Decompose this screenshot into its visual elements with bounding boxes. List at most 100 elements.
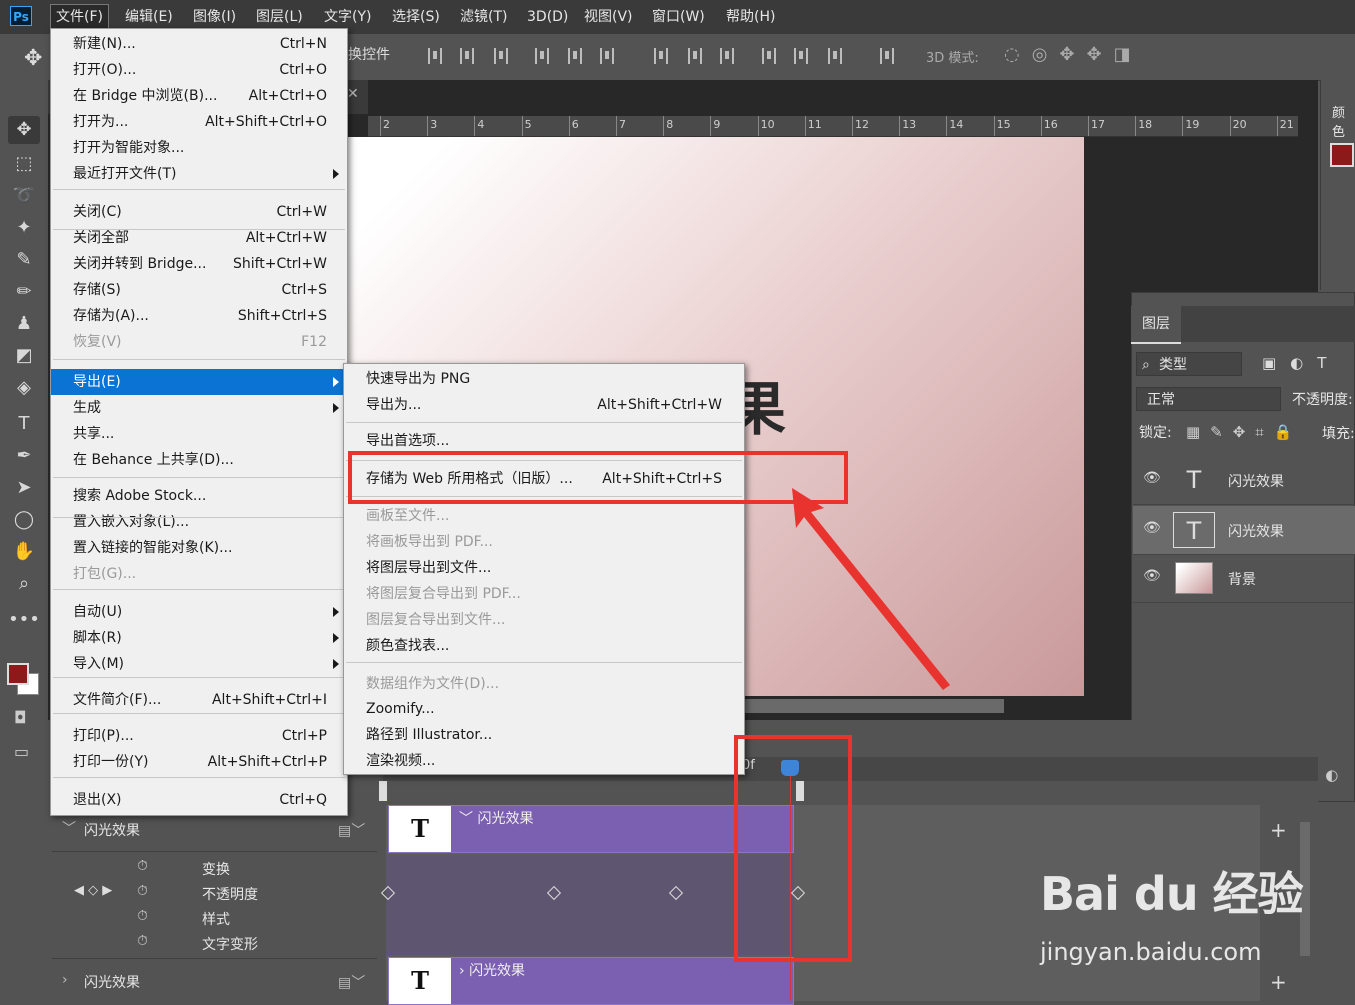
file-menu-item[interactable]: 新建(N)... Ctrl+N [51,31,347,57]
file-menu-item[interactable]: 恢复(V) F12 [51,329,347,355]
stopwatch-icon[interactable]: ⏱ [137,858,148,874]
distribute-top-icon[interactable] [654,48,668,64]
export-menu-item[interactable]: 画板至文件... [344,503,744,529]
chevron-right-icon[interactable]: › [62,972,68,988]
export-menu-item[interactable]: 导出为... Alt+Shift+Ctrl+W [344,392,744,418]
menu-3d[interactable]: 3D(D) [521,0,574,34]
file-menu-item[interactable]: 存储为(A)... Shift+Ctrl+S [51,303,347,329]
pen-tool-icon[interactable]: ✒ [8,442,40,470]
file-menu-item[interactable]: 生成 [51,395,347,421]
stopwatch-icon[interactable]: ⏱ [137,883,148,899]
filmstrip-icon[interactable]: ▤﹀ [338,820,365,840]
move-tool-icon[interactable]: ✥ [8,116,40,144]
brush-tool-icon[interactable]: ✏ [8,278,40,306]
screen-mode-icon[interactable]: ▭ [14,742,29,761]
file-menu-item[interactable]: 共享... [51,421,347,447]
transform-controls-label[interactable]: 换控件 [348,44,390,64]
distribute-hcenter-icon[interactable] [794,48,808,64]
chevron-down-icon[interactable]: ﹀ [62,818,76,838]
export-menu-item[interactable]: 将图层导出到文件... [344,555,744,581]
file-menu-item[interactable]: 文件简介(F)... Alt+Shift+Ctrl+I [51,687,347,713]
export-menu-item[interactable]: 路径到 Illustrator... [344,722,744,748]
file-menu-item[interactable]: 打开为智能对象... [51,135,347,161]
file-menu-item[interactable]: 置入嵌入对象(L)... [51,509,347,535]
timeline-property-row[interactable]: ⏱ 文字变形 [52,932,377,957]
export-menu-item[interactable]: 将图层复合导出到 PDF... [344,581,744,607]
foreground-color-swatch-front[interactable] [7,663,29,685]
layer-row[interactable]: 👁 T 闪光效果 [1133,456,1355,505]
export-menu-item[interactable]: Zoomify... [344,696,744,722]
menu-window[interactable]: 窗口(W) [646,0,711,34]
auto-align-icon[interactable] [880,48,894,64]
menu-item-export[interactable]: 导出(E) [51,369,347,395]
eyedropper-icon[interactable]: ✎ [8,246,40,274]
keyframe-nav-icons[interactable]: ◀ ◇ ▶ [74,883,112,898]
file-menu-item[interactable]: 置入链接的智能对象(K)... [51,535,347,561]
layer-row[interactable]: 👁 背景 [1133,554,1355,603]
file-menu-item[interactable]: 关闭并转到 Bridge... Shift+Ctrl+W [51,251,347,277]
file-menu-item[interactable]: 打开为... Alt+Shift+Ctrl+O [51,109,347,135]
hand-tool-icon[interactable]: ✋ [8,538,40,566]
add-track-icon[interactable]: + [1270,970,1287,994]
file-menu-item[interactable]: 打印一份(Y) Alt+Shift+Ctrl+P [51,749,347,775]
file-menu-item[interactable]: 退出(X) Ctrl+Q [51,787,347,813]
path-select-icon[interactable]: ➤ [8,474,40,502]
layer-name[interactable]: 闪光效果 [1228,471,1284,491]
align-right-icon[interactable] [600,48,614,64]
export-menu-item[interactable]: 颜色查找表... [344,633,744,659]
layer-filter-icons[interactable]: ▣◐T [1262,354,1340,372]
timeline-property-row[interactable]: ◀ ◇ ▶ ⏱ 不透明度 [52,882,377,907]
lasso-tool-icon[interactable]: ➰ [8,182,40,210]
horizontal-scrollbar[interactable] [700,699,1004,713]
eye-icon[interactable]: 👁 [1143,568,1161,584]
file-menu-item[interactable]: 打包(G)... [51,561,347,587]
distribute-bottom-icon[interactable] [720,48,734,64]
marquee-tool-icon[interactable]: ⬚ [8,150,40,178]
menu-file[interactable]: 文件(F) [50,4,109,30]
fill-tool-icon[interactable]: ◈ [8,374,40,402]
layer-row-selected[interactable]: 👁 T 闪光效果 [1133,506,1355,555]
export-menu-item[interactable]: 快速导出为 PNG [344,366,744,392]
stamp-tool-icon[interactable]: ♟ [8,310,40,338]
eraser-tool-icon[interactable]: ◩ [8,342,40,370]
file-menu-item[interactable]: 打开(O)... Ctrl+O [51,57,347,83]
layer-name[interactable]: 背景 [1228,569,1256,589]
timeline-layer-row[interactable]: › 闪光效果 ▤﹀ [52,970,377,995]
filmstrip-icon[interactable]: ▤﹀ [338,972,365,992]
layers-tab[interactable]: 图层 [1131,306,1181,344]
timeline-layer-row[interactable]: ﹀ 闪光效果 ▤﹀ [52,818,377,843]
more-tools-icon[interactable]: ••• [8,606,40,634]
stopwatch-icon[interactable]: ⏱ [137,933,148,949]
file-menu-item[interactable]: 搜索 Adobe Stock... [51,483,347,509]
layer-name[interactable]: 闪光效果 [1228,521,1284,541]
file-menu-item[interactable]: 在 Bridge 中浏览(B)... Alt+Ctrl+O [51,83,347,109]
timeline-property-row[interactable]: ⏱ 变换 [52,857,377,882]
ellipse-tool-icon[interactable]: ◯ [8,506,40,534]
file-menu-item[interactable]: 打印(P)... Ctrl+P [51,723,347,749]
timeline-clip[interactable]: T › 闪光效果 [388,957,794,1005]
quick-mask-icon[interactable]: ◘ [14,708,27,727]
file-menu-item[interactable]: 导入(M) [51,651,347,677]
menu-help[interactable]: 帮助(H) [720,0,781,34]
menu-select[interactable]: 选择(S) [386,0,446,34]
stopwatch-icon[interactable]: ⏱ [137,908,148,924]
move-tool-preset-icon[interactable]: ✥ [24,46,42,71]
blend-mode-dropdown[interactable]: 正常 [1136,387,1281,411]
lock-icons[interactable]: ▦✎✥⌗🔒 [1186,423,1302,441]
align-hcenter-icon[interactable] [568,48,582,64]
color-panel-title[interactable]: 颜色 [1332,102,1355,140]
export-menu-item[interactable]: 将画板导出到 PDF... [344,529,744,555]
distribute-vcenter-icon[interactable] [688,48,702,64]
align-top-icon[interactable] [428,48,442,64]
work-area-start-handle[interactable] [379,781,387,801]
layer-filter-dropdown[interactable]: ⌕ 类型 [1136,352,1242,376]
eye-icon[interactable]: 👁 [1143,470,1161,486]
timeline-property-row[interactable]: ⏱ 样式 [52,907,377,932]
add-track-icon[interactable]: + [1270,818,1287,842]
close-tab-icon[interactable]: ✕ [347,86,359,102]
file-menu-item[interactable]: 最近打开文件(T) [51,161,347,187]
type-tool-icon[interactable]: T [8,410,40,438]
file-menu-item[interactable]: 在 Behance 上共享(D)... [51,447,347,473]
menu-filter[interactable]: 滤镜(T) [454,0,513,34]
file-menu-item[interactable]: 存储(S) Ctrl+S [51,277,347,303]
